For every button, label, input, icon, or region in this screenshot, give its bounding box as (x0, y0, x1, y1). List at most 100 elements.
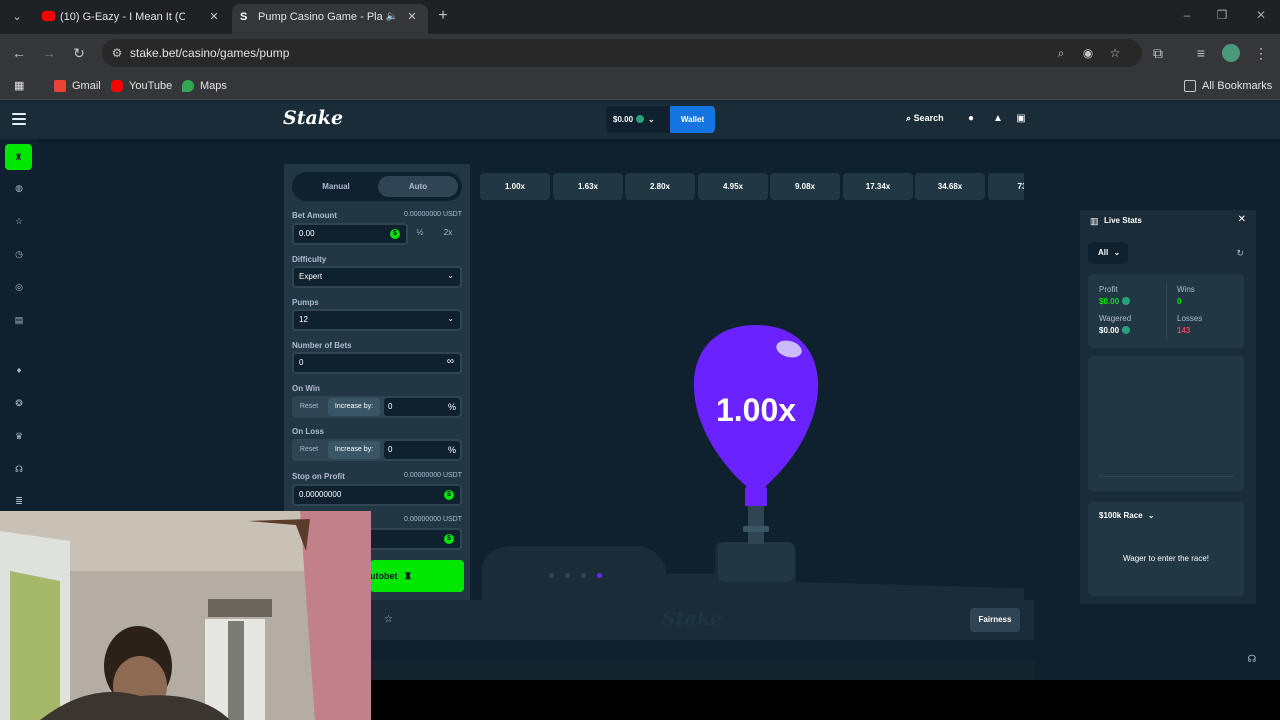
restore-icon[interactable]: ❐ (1215, 8, 1229, 24)
fairness-button[interactable]: Fairness (970, 608, 1020, 632)
pump-progress-dot-active (597, 573, 602, 578)
youtube-favicon-icon (42, 11, 55, 21)
site-header: Stake $0.00 ⌄ Wallet ⌕ Search ● ▲ ▣ (0, 101, 1280, 139)
wins-label: Wins (1177, 285, 1195, 294)
pumps-select[interactable]: 12 ⌄ (292, 309, 462, 331)
extensions-icon[interactable]: ⧉ (1149, 44, 1167, 62)
number-of-bets-input[interactable]: 0 ∞ (292, 352, 462, 374)
maps-icon (182, 80, 194, 92)
recent-nav-icon[interactable]: ◷ (10, 245, 28, 263)
search-button[interactable]: ⌕ Search (906, 113, 944, 124)
speaker-icon[interactable]: 🔈 (386, 4, 398, 30)
sports-nav-icon[interactable]: ◍ (10, 179, 28, 197)
bookmark-gmail[interactable]: Gmail (54, 78, 101, 94)
reload-icon[interactable]: ↻ (70, 44, 88, 62)
difficulty-label: Difficulty (292, 255, 327, 264)
blog-nav-icon[interactable]: ≣ (10, 492, 28, 510)
close-icon[interactable]: ✕ (1238, 214, 1246, 225)
browser-toolbar: ← → ↻ ⚙ stake.bet/casino/games/pump ⌕ ◉ … (0, 34, 1280, 72)
on-loss-increase-button[interactable]: Increase by: (328, 441, 380, 459)
menu-hamburger-icon[interactable] (12, 113, 26, 125)
zoom-icon[interactable]: ⌕ (1054, 46, 1068, 60)
stats-filter-select[interactable]: All ⌄ (1088, 242, 1128, 264)
browser-tab-stake[interactable]: S Pump Casino Game - Play S 🔈 ✕ (232, 4, 428, 34)
casino-nav-icon[interactable]: ♜ (5, 144, 32, 170)
site-info-icon[interactable]: ⚙ (110, 46, 124, 60)
close-window-icon[interactable]: ✕ (1254, 8, 1268, 24)
favourite-star-icon[interactable]: ☆ (384, 614, 393, 625)
difficulty-select[interactable]: Expert ⌄ (292, 266, 462, 288)
game-area: 1.00x 1.63x 2.80x 4.95x 9.08x 17.34x 34.… (470, 164, 1034, 600)
refresh-icon[interactable]: ↻ (1236, 248, 1244, 259)
minimize-icon[interactable]: – (1180, 8, 1194, 24)
media-control-icon[interactable]: ≡ (1192, 44, 1210, 62)
menu-kebab-icon[interactable]: ⋮ (1252, 44, 1270, 62)
vip-club-nav-icon[interactable]: ♛ (10, 427, 28, 445)
challenges-nav-icon[interactable]: ◎ (10, 278, 28, 296)
on-win-input[interactable]: 0 % (384, 398, 460, 416)
profit-label: Profit (1099, 285, 1118, 294)
balance-selector[interactable]: $0.00 ⌄ (606, 106, 670, 133)
bet-amount-crypto: 0.00000000 USDT (404, 211, 462, 218)
on-win-increase-button[interactable]: Increase by: (328, 398, 380, 416)
losses-value: 143 (1177, 326, 1191, 335)
on-loss-input[interactable]: 0 % (384, 441, 460, 459)
all-bookmarks[interactable]: All Bookmarks (1184, 78, 1272, 94)
half-bet-button[interactable]: ½ (406, 223, 434, 245)
divider (1166, 282, 1167, 340)
tab-search-icon[interactable]: ⌄ (8, 8, 26, 26)
chart-icon: ▥ (1090, 216, 1099, 226)
stake-favicon-icon: S (240, 11, 248, 23)
bookmark-star-icon[interactable]: ☆ (1108, 46, 1122, 60)
double-bet-button[interactable]: 2x (434, 223, 462, 245)
stop-on-profit-crypto: 0.00000000 USDT (404, 472, 462, 479)
close-tab-icon[interactable]: ✕ (406, 4, 418, 30)
start-autobet-button[interactable]: utobet ♜ (370, 560, 464, 592)
on-loss-control: Reset Increase by: 0 % (292, 439, 462, 461)
tab-title: Pump Casino Game - Play S (258, 11, 383, 23)
support-nav-icon[interactable]: ☊ (10, 460, 28, 478)
user-icon[interactable]: ● (965, 113, 977, 125)
profile-avatar-icon[interactable] (1222, 44, 1240, 62)
live-stats-panel: ▥ Live Stats ✕ All ⌄ ↻ Profit $0.00 Wins… (1080, 210, 1256, 604)
forward-icon[interactable]: → (40, 44, 58, 62)
race-title[interactable]: $100k Race ⌄ (1099, 511, 1155, 520)
bet-amount-input[interactable]: 0.00 $ (292, 223, 408, 245)
pump-progress-dot (565, 573, 570, 578)
tab-manual[interactable]: Manual (296, 176, 376, 197)
infinity-icon[interactable]: ∞ (447, 353, 454, 371)
wagered-value: $0.00 (1099, 326, 1131, 335)
url-text: stake.bet/casino/games/pump (130, 46, 290, 60)
stake-logo[interactable]: Stake (283, 107, 343, 129)
new-tab-button[interactable]: + (434, 7, 452, 25)
address-bar[interactable]: ⚙ stake.bet/casino/games/pump ⌕ ◉ ☆ (102, 39, 1142, 67)
pump-machine (482, 504, 1024, 600)
close-tab-icon[interactable]: ✕ (208, 4, 220, 30)
on-win-reset-button[interactable]: Reset (294, 398, 324, 416)
promotions-nav-icon[interactable]: ♦ (10, 361, 28, 379)
usdt-coin-icon (1122, 326, 1131, 334)
usdt-coin-icon: $ (390, 229, 400, 239)
bet-mode-tabs: Manual Auto (292, 172, 462, 201)
wallet-button[interactable]: Wallet (670, 106, 715, 133)
favourites-nav-icon[interactable]: ☆ (10, 212, 28, 230)
back-icon[interactable]: ← (10, 44, 28, 62)
bookmark-youtube[interactable]: YouTube (111, 78, 172, 94)
wins-value: 0 (1177, 297, 1182, 306)
tab-auto[interactable]: Auto (378, 176, 458, 197)
bookmark-maps[interactable]: Maps (182, 78, 227, 94)
live-support-icon[interactable]: ☊ (1244, 652, 1260, 668)
notification-bell-icon[interactable]: ▲ (992, 113, 1004, 125)
bet-amount-label: Bet Amount (292, 211, 338, 220)
balloon-scene (482, 325, 1024, 600)
chat-icon[interactable]: ▣ (1015, 113, 1027, 125)
affiliate-nav-icon[interactable]: ❂ (10, 394, 28, 412)
bets-nav-icon[interactable]: ▤ (10, 311, 28, 329)
browser-tab-youtube[interactable]: (10) G-Eazy - I Mean It (Official ✕ (34, 4, 230, 34)
stop-on-profit-input[interactable]: 0.00000000 $ (292, 484, 462, 506)
youtube-icon (111, 80, 123, 92)
apps-grid-icon[interactable]: ▦ (14, 78, 24, 94)
footer-strip (370, 660, 1034, 680)
tracking-eye-icon[interactable]: ◉ (1081, 46, 1095, 60)
on-loss-reset-button[interactable]: Reset (294, 441, 324, 459)
